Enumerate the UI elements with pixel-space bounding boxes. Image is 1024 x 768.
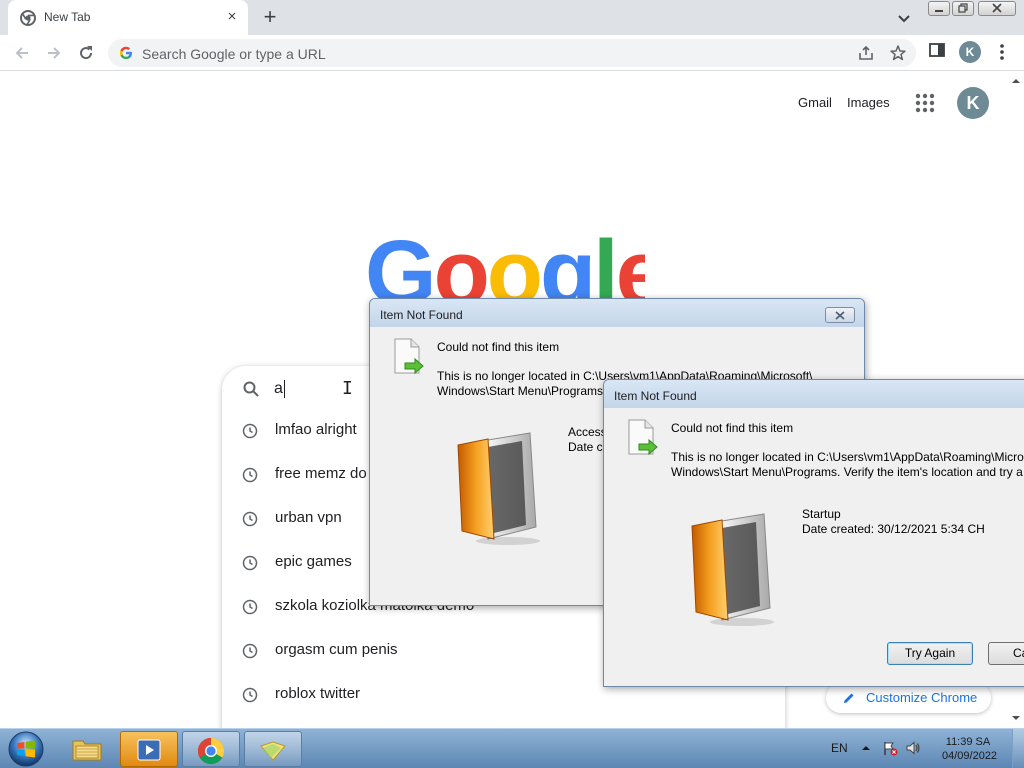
customize-chrome-button[interactable]: Customize Chrome [826, 683, 991, 713]
clock-time: 11:39 SA [945, 736, 991, 748]
taskbar-media-player[interactable] [120, 731, 178, 767]
clock-date: 04/09/2022 [942, 750, 998, 762]
history-clock-icon [242, 555, 258, 571]
reload-icon [80, 46, 93, 60]
dialog-close-button[interactable] [825, 307, 855, 323]
address-bar[interactable]: Search Google or type a URL [108, 39, 916, 67]
file-explorer-icon [72, 740, 102, 761]
pencil-icon [844, 693, 854, 703]
try-again-button[interactable]: Try Again [887, 642, 973, 665]
bookmark-star-icon[interactable] [889, 44, 907, 62]
suggestion-text: orgasm cum penis [275, 641, 398, 658]
folder-icon [260, 741, 286, 761]
history-clock-icon [242, 467, 258, 483]
history-clock-icon [242, 643, 258, 659]
reload-button[interactable] [74, 41, 98, 65]
dialog-message-line: Windows\Start Menu\Programs. Verify the … [671, 465, 1023, 479]
new-tab-button[interactable]: + [258, 5, 282, 29]
show-desktop-button[interactable] [1012, 729, 1024, 768]
back-button[interactable] [10, 41, 34, 65]
history-clock-icon [242, 423, 258, 439]
omnibox-placeholder: Search Google or type a URL [142, 46, 326, 62]
language-indicator[interactable]: EN [831, 741, 848, 755]
windows-start-button[interactable] [4, 730, 48, 768]
cancel-button[interactable]: Ca [988, 642, 1024, 665]
images-link[interactable]: Images [847, 95, 890, 110]
forward-arrow-icon [48, 47, 61, 59]
restore-icon [958, 3, 968, 13]
chrome-icon [197, 737, 225, 765]
window-restore-button[interactable] [952, 1, 974, 16]
dialog-titlebar[interactable]: Item Not Found [370, 299, 864, 327]
window-close-button[interactable] [978, 1, 1016, 16]
item-not-found-dialog-2: Item Not Found Could not find this item … [603, 379, 1024, 687]
tab-search-chevron-icon[interactable] [894, 8, 914, 28]
gmail-link[interactable]: Gmail [798, 95, 832, 110]
folder-icon [691, 513, 774, 626]
scroll-down-arrow-icon[interactable] [1011, 713, 1021, 723]
history-clock-icon [242, 599, 258, 615]
dialog-heading: Could not find this item [437, 340, 560, 354]
dialog-info-line: Access [568, 425, 607, 439]
google-g-icon [119, 46, 132, 59]
window-minimize-button[interactable] [928, 1, 950, 16]
suggestion-text: lmfao alright [275, 421, 357, 438]
browser-titlebar: New Tab × + [0, 0, 1024, 35]
suggestion-text: epic games [275, 553, 352, 570]
google-apps-icon[interactable] [914, 92, 936, 114]
dialog-title: Item Not Found [380, 308, 463, 322]
minimize-icon [935, 10, 943, 12]
dialog-message-line: This is no longer located in C:\Users\vm… [671, 450, 1024, 464]
suggestion-text: roblox twitter [275, 685, 361, 702]
side-panel-icon[interactable] [928, 41, 946, 59]
dialog-titlebar[interactable]: Item Not Found [604, 380, 1024, 408]
item-date-created: Date created: 30/12/2021 5:34 CH [802, 522, 985, 536]
history-clock-icon [242, 511, 258, 527]
profile-button[interactable]: K [959, 41, 981, 63]
more-menu-icon[interactable] [996, 42, 1008, 62]
search-input[interactable]: a [274, 380, 285, 398]
taskbar-explorer-window[interactable] [244, 731, 302, 767]
missing-shortcut-icon [628, 419, 658, 456]
suggestion-text: urban vpn [275, 509, 342, 526]
folder-icon [457, 432, 540, 545]
dialog-title: Item Not Found [614, 389, 697, 403]
dialog-info-line: Date cr [568, 440, 607, 454]
suggestion-text: free memz do [275, 465, 367, 482]
missing-shortcut-icon [394, 338, 424, 375]
search-icon [243, 381, 259, 397]
share-icon[interactable] [857, 44, 875, 62]
close-icon [992, 3, 1002, 13]
browser-toolbar: Search Google or type a URL [0, 35, 1024, 71]
dialog-message-line: Windows\Start Menu\Programs [437, 384, 604, 398]
tab-new-tab[interactable]: New Tab × [8, 0, 248, 35]
dialog-heading: Could not find this item [671, 421, 794, 435]
tab-close-icon[interactable]: × [224, 9, 240, 25]
taskbar-explorer[interactable] [58, 731, 116, 767]
windows-taskbar: EN 11:39 SA 04/09/2022 [0, 728, 1024, 768]
close-icon [835, 311, 845, 320]
account-avatar[interactable]: K [957, 87, 989, 119]
tab-title: New Tab [44, 10, 91, 24]
chrome-icon [20, 10, 36, 26]
forward-button[interactable] [42, 41, 66, 65]
item-name: Startup [802, 507, 841, 521]
text-cursor-icon: I [342, 378, 353, 399]
taskbar-chrome[interactable] [182, 731, 240, 767]
scroll-up-arrow-icon[interactable] [1011, 76, 1021, 86]
customize-chrome-label: Customize Chrome [866, 690, 978, 705]
volume-speaker-icon[interactable] [905, 740, 921, 756]
media-player-icon [137, 739, 161, 761]
action-center-flag-icon[interactable] [882, 740, 898, 756]
dialog-body: Could not find this item This is no long… [610, 408, 1024, 680]
history-clock-icon [242, 687, 258, 703]
back-arrow-icon [15, 47, 28, 59]
show-hidden-icons-icon[interactable] [858, 740, 874, 756]
system-clock[interactable]: 11:39 SA 04/09/2022 [942, 735, 998, 763]
